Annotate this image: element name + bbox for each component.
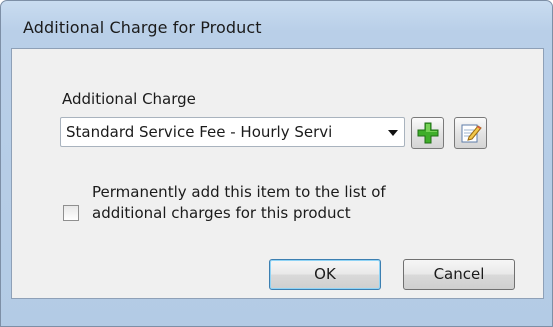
window-title: Additional Charge for Product bbox=[23, 18, 262, 37]
additional-charge-dropdown[interactable]: Standard Service Fee - Hourly Servi bbox=[60, 117, 405, 147]
dialog-body: Additional Charge Standard Service Fee -… bbox=[11, 48, 544, 299]
dialog-window: Additional Charge for Product Additional… bbox=[0, 0, 553, 327]
permanently-add-checkbox[interactable] bbox=[63, 205, 79, 221]
cancel-button[interactable]: Cancel bbox=[403, 259, 515, 290]
permanently-add-label-line2: additional charges for this product bbox=[92, 204, 351, 222]
edit-note-icon bbox=[461, 124, 482, 143]
edit-charge-button[interactable] bbox=[454, 117, 487, 149]
additional-charge-label: Additional Charge bbox=[62, 90, 196, 108]
permanently-add-label[interactable]: Permanently add this item to the list of… bbox=[92, 182, 482, 224]
permanently-add-label-line1: Permanently add this item to the list of bbox=[92, 183, 386, 201]
additional-charge-selected-value: Standard Service Fee - Hourly Servi bbox=[66, 123, 333, 141]
plus-icon bbox=[417, 122, 439, 144]
add-charge-button[interactable] bbox=[411, 117, 444, 149]
chevron-down-icon[interactable] bbox=[388, 130, 398, 136]
ok-button[interactable]: OK bbox=[269, 259, 381, 290]
